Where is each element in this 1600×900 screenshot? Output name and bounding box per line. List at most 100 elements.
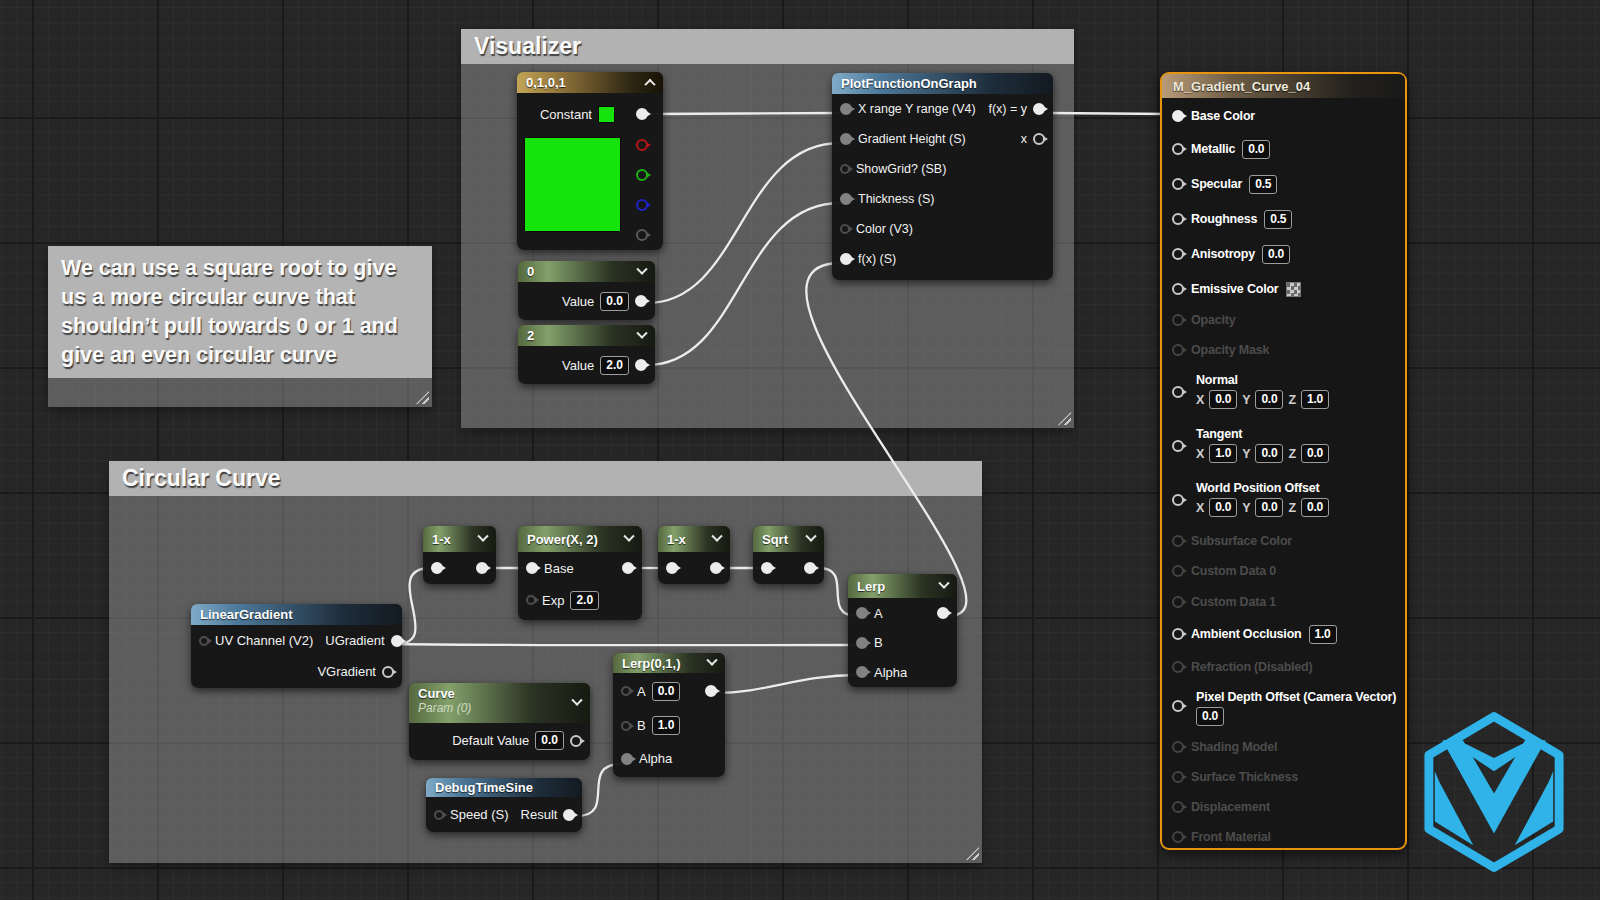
material-header[interactable]: M_Gradient_Curve_04 (1162, 74, 1405, 98)
collapse-chevron-icon[interactable] (711, 531, 722, 542)
node-scalar-2-header[interactable]: 2 (518, 325, 655, 346)
pin-speed-input[interactable] (434, 810, 444, 820)
wpo-z[interactable]: 0.0 (1301, 498, 1329, 517)
pin-thickness-input[interactable] (840, 193, 852, 205)
defaultvalue-input[interactable]: 0.0 (535, 731, 564, 750)
collapse-chevron-icon[interactable] (938, 578, 949, 589)
b-value-input[interactable]: 1.0 (652, 716, 681, 735)
pin-anisotropy-input[interactable] (1172, 248, 1184, 260)
pin-output[interactable] (804, 562, 816, 574)
node-scalar-0-header[interactable]: 0 (518, 261, 655, 282)
pin-output[interactable] (476, 562, 488, 574)
resize-handle-icon[interactable] (1058, 412, 1071, 425)
roughness-value[interactable]: 0.5 (1264, 210, 1292, 229)
comment-visualizer-title[interactable]: Visualizer (461, 29, 1074, 64)
normal-y[interactable]: 0.0 (1255, 390, 1283, 409)
resize-handle-icon[interactable] (966, 847, 979, 860)
node-oneminus-a-header[interactable]: 1-x (423, 526, 496, 552)
node-sqrt-header[interactable]: Sqrt (753, 526, 824, 552)
node-curve[interactable]: Curve Param (0) Default Value 0.0 (409, 683, 590, 760)
collapse-chevron-icon[interactable] (805, 531, 816, 542)
node-constant-color[interactable]: 0,1,0,1 Constant (517, 72, 663, 250)
node-plot-header[interactable]: PlotFunctionOnGraph (832, 73, 1053, 94)
node-scalar-0[interactable]: 0 Value 0.0 (518, 261, 655, 320)
pin-metallic-input[interactable] (1172, 143, 1184, 155)
pin-uvchannel-input[interactable] (199, 636, 209, 646)
wpo-x[interactable]: 0.0 (1209, 498, 1237, 517)
comment-note[interactable]: We can use a square root to give us a mo… (48, 246, 432, 407)
pin-output[interactable] (705, 685, 717, 697)
anisotropy-value[interactable]: 0.0 (1262, 245, 1290, 264)
pin-roughness-input[interactable] (1172, 213, 1184, 225)
pin-emissive-input[interactable] (1172, 283, 1184, 295)
node-power-header[interactable]: Power(X, 2) (518, 526, 642, 552)
pin-b-output[interactable] (636, 199, 648, 211)
pin-alpha-input[interactable] (856, 666, 868, 678)
pin-displacement-input[interactable] (1172, 801, 1184, 813)
pin-a-input[interactable] (856, 607, 868, 619)
pin-r-output[interactable] (636, 139, 648, 151)
pin-gradientheight-input[interactable] (840, 133, 852, 145)
comment-note-text[interactable]: We can use a square root to give us a mo… (48, 246, 432, 378)
metallic-value[interactable]: 0.0 (1242, 140, 1270, 159)
pin-specular-input[interactable] (1172, 178, 1184, 190)
node-oneminus-a[interactable]: 1-x (423, 526, 496, 584)
comment-circular-curve-title[interactable]: Circular Curve (109, 461, 982, 496)
pin-vgradient-output[interactable] (382, 666, 394, 678)
pin-a-input[interactable] (621, 686, 631, 696)
value-input[interactable]: 0.0 (600, 292, 629, 311)
normal-x[interactable]: 0.0 (1209, 390, 1237, 409)
node-curve-header[interactable]: Curve Param (0) (409, 683, 590, 723)
pin-refraction-input[interactable] (1172, 661, 1184, 673)
node-lerp[interactable]: Lerp A B Alpha (848, 574, 957, 687)
color-swatch[interactable] (598, 106, 615, 123)
pin-output[interactable] (710, 562, 722, 574)
pin-b-input[interactable] (621, 721, 631, 731)
node-linear-gradient-header[interactable]: LinearGradient (191, 604, 402, 625)
collapse-chevron-icon[interactable] (706, 655, 717, 666)
node-sqrt[interactable]: Sqrt (753, 526, 824, 584)
pin-rgba-output[interactable] (636, 108, 648, 120)
pin-base-input[interactable] (526, 562, 538, 574)
pin-input[interactable] (761, 562, 773, 574)
pin-opacitymask-input[interactable] (1172, 344, 1184, 356)
value-input[interactable]: 2.0 (600, 356, 629, 375)
specular-value[interactable]: 0.5 (1249, 175, 1277, 194)
pin-wpo-input[interactable] (1172, 494, 1184, 506)
pin-ugradient-output[interactable] (391, 635, 403, 647)
a-value-input[interactable]: 0.0 (652, 682, 681, 701)
ao-value[interactable]: 1.0 (1309, 625, 1337, 644)
collapse-chevron-icon[interactable] (477, 531, 488, 542)
pin-customdata0-input[interactable] (1172, 565, 1184, 577)
pin-normal-input[interactable] (1172, 386, 1184, 398)
normal-z[interactable]: 1.0 (1301, 390, 1329, 409)
node-lerp-header[interactable]: Lerp (848, 574, 957, 598)
pin-input[interactable] (431, 562, 443, 574)
pin-basecolor-input[interactable] (1172, 110, 1184, 122)
pin-showgrid-input[interactable] (840, 164, 850, 174)
pin-tangent-input[interactable] (1172, 440, 1184, 452)
pin-pdo-input[interactable] (1172, 700, 1184, 712)
pin-surfacethickness-input[interactable] (1172, 771, 1184, 783)
node-lerp01[interactable]: Lerp(0,1,) A 0.0 B 1.0 Alpha (613, 653, 725, 777)
pin-exp-input[interactable] (526, 595, 536, 605)
wpo-y[interactable]: 0.0 (1255, 498, 1283, 517)
pin-fxy-output[interactable] (1033, 103, 1045, 115)
node-debug-time-sine[interactable]: DebugTimeSine Speed (S) Result (426, 778, 582, 832)
pin-fx-input[interactable] (840, 253, 852, 265)
pin-alpha-input[interactable] (621, 753, 633, 765)
pin-output[interactable] (622, 562, 634, 574)
pin-shadingmodel-input[interactable] (1172, 741, 1184, 753)
pin-output[interactable] (635, 359, 647, 371)
pin-result-output[interactable] (563, 809, 575, 821)
node-scalar-2[interactable]: 2 Value 2.0 (518, 325, 655, 384)
pin-x-output[interactable] (1033, 133, 1045, 145)
pin-a-output[interactable] (636, 229, 648, 241)
pin-g-output[interactable] (636, 169, 648, 181)
node-linear-gradient[interactable]: LinearGradient UV Channel (V2) UGradient… (191, 604, 402, 688)
pin-color-input[interactable] (840, 224, 850, 234)
node-material-result[interactable]: M_Gradient_Curve_04 Base Color Metallic0… (1160, 72, 1407, 850)
collapse-chevron-icon[interactable] (623, 531, 634, 542)
node-oneminus-b-header[interactable]: 1-x (658, 526, 730, 552)
color-preview-swatch[interactable] (524, 137, 621, 232)
